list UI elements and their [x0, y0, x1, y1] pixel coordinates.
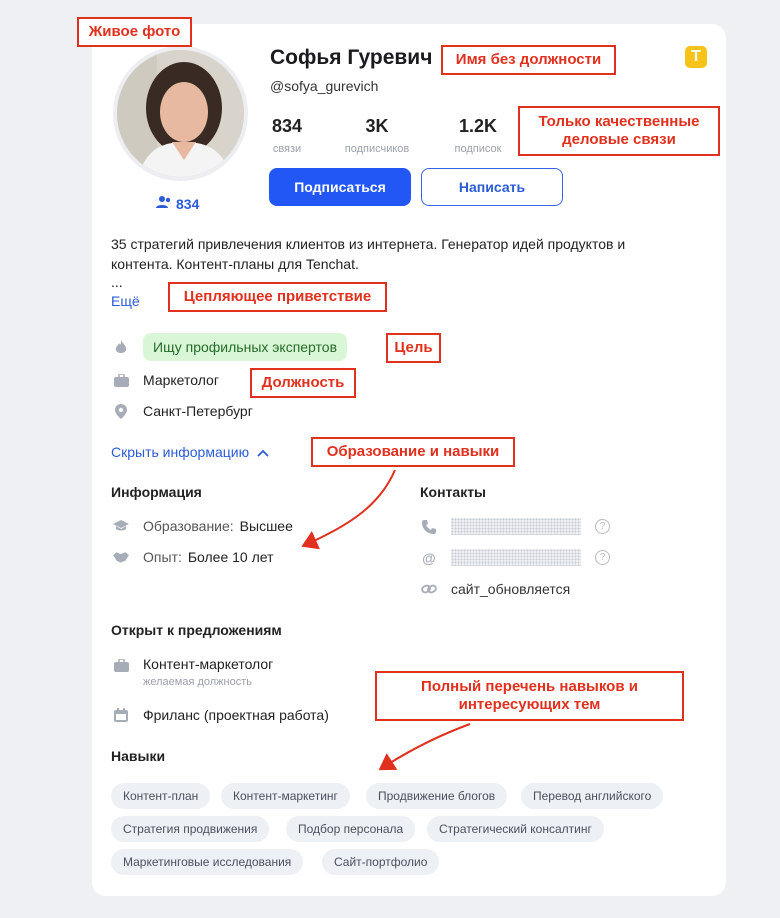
annotation-arrows [301, 469, 471, 771]
arrow-skills [378, 723, 471, 771]
arrow-education [301, 469, 396, 550]
